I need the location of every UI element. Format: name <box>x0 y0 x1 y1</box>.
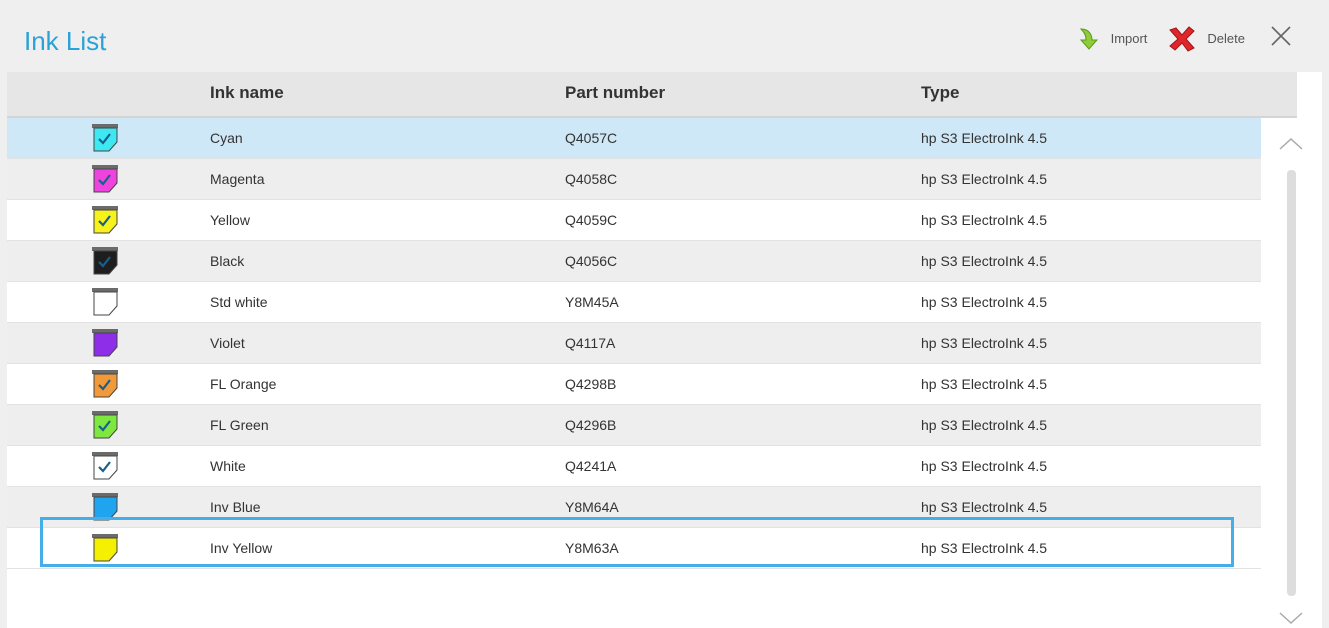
cell-type: hp S3 ElectroInk 4.5 <box>921 376 1048 392</box>
page-title: Ink List <box>24 26 107 56</box>
cell-type: hp S3 ElectroInk 4.5 <box>921 458 1048 474</box>
scrollbar-track[interactable] <box>1287 170 1296 596</box>
toolbar: Import Delete <box>1057 24 1293 53</box>
cell-type: hp S3 ElectroInk 4.5 <box>921 253 1048 269</box>
ink-swatch-icon <box>92 247 118 275</box>
ink-swatch-icon <box>92 329 118 357</box>
cell-type: hp S3 ElectroInk 4.5 <box>921 417 1048 433</box>
cell-type: hp S3 ElectroInk 4.5 <box>921 499 1048 515</box>
cell-part-number: Y8M45A <box>565 294 619 310</box>
delete-label: Delete <box>1207 31 1245 46</box>
ink-swatch-icon <box>92 452 118 480</box>
table-row[interactable]: FL Orange Q4298B hp S3 ElectroInk 4.5 <box>7 364 1261 405</box>
cell-part-number: Q4241A <box>565 458 617 474</box>
ink-list-panel: Ink name Part number Type Cyan Q4057C hp S… <box>7 72 1322 628</box>
cell-type: hp S3 ElectroInk 4.5 <box>921 130 1048 146</box>
cell-ink-name: Violet <box>210 335 245 351</box>
table-row[interactable]: Cyan Q4057C hp S3 ElectroInk 4.5 <box>7 118 1261 159</box>
table-row[interactable]: White Q4241A hp S3 ElectroInk 4.5 <box>7 446 1261 487</box>
ink-swatch-icon <box>92 124 118 152</box>
delete-x-icon <box>1169 25 1196 52</box>
close-button[interactable] <box>1269 24 1293 53</box>
cell-ink-name: Inv Blue <box>210 499 261 515</box>
cell-part-number: Q4057C <box>565 130 618 146</box>
ink-swatch-icon <box>92 411 118 439</box>
cell-part-number: Q4298B <box>565 376 617 392</box>
table-row[interactable]: Black Q4056C hp S3 ElectroInk 4.5 <box>7 241 1261 282</box>
cell-ink-name: Std white <box>210 294 268 310</box>
cell-type: hp S3 ElectroInk 4.5 <box>921 212 1048 228</box>
cell-type: hp S3 ElectroInk 4.5 <box>921 335 1048 351</box>
cell-part-number: Q4058C <box>565 171 618 187</box>
ink-swatch-icon <box>92 206 118 234</box>
import-button[interactable]: Import <box>1077 27 1148 51</box>
column-part-number[interactable]: Part number <box>565 83 665 103</box>
cell-ink-name: Cyan <box>210 130 243 146</box>
cell-type: hp S3 ElectroInk 4.5 <box>921 294 1048 310</box>
scroll-down-icon[interactable] <box>1278 610 1304 626</box>
cell-ink-name: FL Orange <box>210 376 277 392</box>
cell-part-number: Q4117A <box>565 335 616 351</box>
cell-part-number: Y8M64A <box>565 499 619 515</box>
header-bar: Ink List Import Delete <box>0 0 1329 72</box>
import-label: Import <box>1110 31 1148 46</box>
column-type[interactable]: Type <box>921 83 959 103</box>
cell-ink-name: White <box>210 458 246 474</box>
cell-ink-name: Yellow <box>210 212 250 228</box>
delete-button[interactable]: Delete <box>1167 25 1245 52</box>
scroll-up-icon[interactable] <box>1278 136 1304 152</box>
cell-type: hp S3 ElectroInk 4.5 <box>921 171 1048 187</box>
table-header: Ink name Part number Type <box>7 72 1297 118</box>
cell-part-number: Q4296B <box>565 417 617 433</box>
import-arrow-icon <box>1079 27 1098 50</box>
cell-part-number: Q4059C <box>565 212 618 228</box>
focus-highlight <box>40 517 1234 567</box>
close-icon <box>1271 26 1291 46</box>
cell-ink-name: Magenta <box>210 171 265 187</box>
cell-ink-name: FL Green <box>210 417 269 433</box>
table-row[interactable]: Magenta Q4058C hp S3 ElectroInk 4.5 <box>7 159 1261 200</box>
table-row[interactable]: FL Green Q4296B hp S3 ElectroInk 4.5 <box>7 405 1261 446</box>
ink-swatch-icon <box>92 288 118 316</box>
cell-part-number: Q4056C <box>565 253 618 269</box>
ink-table-body: Cyan Q4057C hp S3 ElectroInk 4.5 Magenta Q40… <box>7 118 1261 569</box>
table-row[interactable]: Std white Y8M45A hp S3 ElectroInk 4.5 <box>7 282 1261 323</box>
table-row[interactable]: Violet Q4117A hp S3 ElectroInk 4.5 <box>7 323 1261 364</box>
ink-swatch-icon <box>92 165 118 193</box>
column-ink-name[interactable]: Ink name <box>210 83 284 103</box>
ink-swatch-icon <box>92 370 118 398</box>
cell-ink-name: Black <box>210 253 245 269</box>
table-row[interactable]: Yellow Q4059C hp S3 ElectroInk 4.5 <box>7 200 1261 241</box>
